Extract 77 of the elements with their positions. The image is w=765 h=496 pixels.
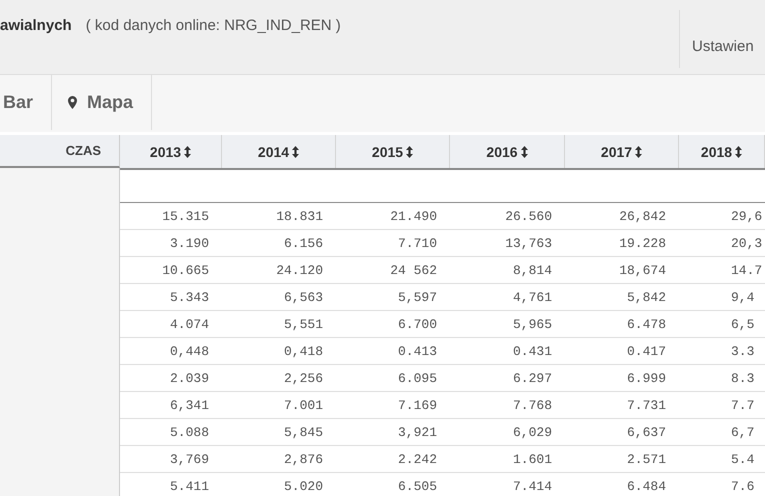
table-cell: 6.700 bbox=[398, 316, 437, 332]
table-cell: 6,5 bbox=[731, 316, 754, 332]
table-cell: 5,597 bbox=[398, 290, 437, 304]
map-pin-icon bbox=[68, 96, 78, 109]
table-cell: 15.315 bbox=[162, 208, 209, 224]
table-cell: 2,876 bbox=[284, 452, 323, 466]
table-cell: 0.413 bbox=[398, 344, 437, 358]
table-cell: 0,418 bbox=[284, 344, 323, 358]
table-cell: 3,769 bbox=[170, 452, 209, 466]
table-cell: 6.505 bbox=[398, 478, 437, 494]
table-cell: 0,448 bbox=[170, 344, 209, 358]
sort-icon bbox=[406, 146, 414, 158]
settings-button[interactable]: Ustawien bbox=[679, 10, 765, 68]
sort-icon bbox=[184, 146, 192, 158]
table-cell: 26,842 bbox=[619, 208, 666, 224]
table-cell: 3.3 bbox=[731, 344, 754, 358]
table-cell: 6.484 bbox=[626, 478, 666, 494]
table-cell: 6,029 bbox=[512, 424, 552, 440]
table-cell: 29,6 bbox=[731, 208, 762, 224]
table-cell: 6.999 bbox=[626, 370, 666, 386]
table-cell: 7.169 bbox=[398, 398, 437, 412]
table-cell: 5.343 bbox=[170, 290, 209, 304]
table-cell: 7.6 bbox=[731, 478, 754, 494]
table-cell: 9,4 bbox=[731, 290, 754, 304]
table-cell: 8,814 bbox=[512, 262, 552, 278]
table-cell: 2,256 bbox=[284, 370, 323, 386]
table-cell: 20,3 bbox=[731, 236, 762, 250]
table-cell: 13,763 bbox=[505, 236, 552, 250]
table-cell: 7.414 bbox=[512, 478, 552, 494]
table-cell: 7.731 bbox=[626, 398, 666, 412]
table-cell: 5.411 bbox=[170, 478, 209, 494]
table-cell: 4,761 bbox=[512, 290, 552, 304]
table-cell: 18.831 bbox=[276, 208, 323, 224]
table-cell: 6,637 bbox=[626, 424, 666, 440]
table-cell: 7.768 bbox=[512, 398, 552, 412]
table-cell: 5.4 bbox=[731, 452, 754, 466]
table-cell: 1.601 bbox=[512, 452, 552, 466]
table-cell: 7.001 bbox=[284, 398, 323, 412]
sort-icon bbox=[292, 146, 300, 158]
table-cell: 26.560 bbox=[505, 208, 552, 224]
table-cell: 7.710 bbox=[398, 236, 437, 250]
table-cell: 6,7 bbox=[731, 424, 754, 440]
table-cell: 5,965 bbox=[512, 316, 552, 332]
table-cell: 6.095 bbox=[398, 370, 437, 386]
table-cell: 6,341 bbox=[170, 398, 209, 412]
table-cell: 14.7 bbox=[731, 262, 762, 278]
table-cell: 8.3 bbox=[731, 370, 754, 386]
table-cell: 0.431 bbox=[512, 344, 552, 358]
table-cell: 6,563 bbox=[284, 290, 323, 304]
table-cell: 6.297 bbox=[512, 370, 552, 386]
table-cell: 5,551 bbox=[284, 316, 323, 332]
table-cell: 6.478 bbox=[626, 316, 666, 332]
table-cell: 5.088 bbox=[170, 424, 209, 440]
table-cell: 2.571 bbox=[626, 452, 666, 466]
table-cell: 21.490 bbox=[390, 208, 437, 224]
dataset-code: ( kod danych online: NRG_IND_REN ) bbox=[86, 17, 341, 34]
sort-icon bbox=[735, 146, 742, 158]
table-cell: 7.7 bbox=[731, 398, 754, 412]
table-cell: 3,921 bbox=[398, 424, 437, 440]
table-cell: 2.242 bbox=[398, 452, 437, 466]
table-cell: 19.228 bbox=[619, 236, 666, 250]
table-cell: 5.020 bbox=[284, 478, 323, 494]
table-cell: 5,842 bbox=[626, 290, 666, 304]
dataset-title: awialnych bbox=[0, 17, 72, 34]
table-cell: 5,845 bbox=[284, 424, 323, 440]
table-cell: 3.190 bbox=[170, 236, 209, 250]
time-header: CZAS bbox=[0, 135, 120, 168]
table-cell: 2.039 bbox=[170, 370, 209, 386]
table-cell: 24 562 bbox=[390, 262, 437, 278]
table-cell: 10.665 bbox=[162, 262, 209, 278]
table-cell: 0.417 bbox=[626, 344, 666, 358]
table-cell: 18,674 bbox=[619, 262, 666, 278]
table-cell: 4.074 bbox=[170, 316, 209, 332]
table-cell: 24.120 bbox=[276, 262, 323, 278]
table-cell: 6.156 bbox=[284, 236, 323, 250]
sort-icon bbox=[520, 146, 528, 158]
sort-icon bbox=[635, 146, 642, 158]
